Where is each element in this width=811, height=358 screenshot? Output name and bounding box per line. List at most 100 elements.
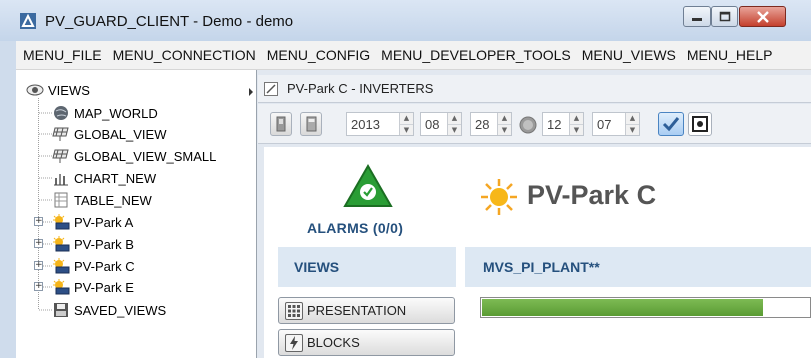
tree-item-pv-park-c[interactable]: PV-Park C <box>52 256 135 276</box>
tree-item-global-view-small[interactable]: GLOBAL_VIEW_SMALL <box>52 146 216 166</box>
date-toolbar: 2013 ▲ ▼ 08 ▲ ▼ 28 ▲ ▼ 12 ▲ ▼ 07 ▲ ▼ <box>258 104 811 144</box>
clock-icon <box>519 116 537 134</box>
year-spinner[interactable]: 2013 ▲ ▼ <box>346 112 414 136</box>
plant-section-header: MVS_PI_PLANT** <box>465 247 811 287</box>
close-icon <box>756 10 769 23</box>
collapse-arrow-icon[interactable] <box>248 88 254 96</box>
views-section-header: VIEWS <box>278 247 456 287</box>
view-tab-header: PV-Park C - INVERTERS <box>258 75 811 103</box>
spin-down-icon[interactable]: ▼ <box>570 124 583 135</box>
spin-down-icon[interactable]: ▼ <box>400 124 413 135</box>
presentation-label: PRESENTATION <box>307 303 407 318</box>
floppy-disk-icon <box>52 302 70 318</box>
spin-up-icon[interactable]: ▲ <box>626 113 639 125</box>
menu-file[interactable]: MENU_FILE <box>23 47 102 63</box>
grid-icon <box>285 301 303 320</box>
app-window: PV_GUARD_CLIENT - Demo - demo MENU_FILE … <box>0 0 811 358</box>
plant-progress-bar <box>480 297 811 318</box>
sun-icon <box>481 179 517 215</box>
tree-item-label: PV-Park A <box>74 214 134 230</box>
tree-item-pv-park-a[interactable]: PV-Park A <box>52 212 133 232</box>
spin-down-icon[interactable]: ▼ <box>498 124 511 135</box>
menu-connection[interactable]: MENU_CONNECTION <box>113 47 256 63</box>
maximize-button[interactable] <box>711 6 738 27</box>
settings-toggle-icon <box>692 116 708 132</box>
spin-up-icon[interactable]: ▲ <box>570 113 583 125</box>
table-icon <box>52 192 70 208</box>
alarms-label[interactable]: ALARMS (0/0) <box>307 220 403 236</box>
title-bar: PV_GUARD_CLIENT - Demo - demo <box>0 0 811 41</box>
spin-down-icon[interactable]: ▼ <box>626 124 639 135</box>
expand-toggle[interactable]: + <box>34 261 43 270</box>
calculator-icon <box>306 116 317 132</box>
tree-item-label: PV-Park C <box>74 258 135 274</box>
globe-icon <box>52 105 70 121</box>
sun-panel-icon <box>52 236 70 252</box>
menu-views[interactable]: MENU_VIEWS <box>582 47 676 63</box>
check-toggle-icon <box>662 117 680 132</box>
solar-panel-icon <box>52 148 70 164</box>
day-value: 28 <box>475 116 490 132</box>
tree-item-label: VIEWS <box>48 82 90 98</box>
views-tree-panel: VIEWS MAP_WORLD GLOBAL_VIEW GLOBAL_VIEW_… <box>16 70 257 358</box>
tree-item-pv-park-e[interactable]: PV-Park E <box>52 277 134 297</box>
calculator-button[interactable] <box>300 112 322 136</box>
month-value: 08 <box>425 116 440 132</box>
tree-item-label: MAP_WORLD <box>74 105 158 121</box>
tree-item-label: TABLE_NEW <box>74 192 152 208</box>
presentation-button[interactable]: PRESENTATION <box>278 297 455 324</box>
spin-up-icon[interactable]: ▲ <box>448 113 461 125</box>
window-title: PV_GUARD_CLIENT - Demo - demo <box>45 13 294 30</box>
expand-toggle[interactable]: + <box>34 217 43 226</box>
edit-icon[interactable] <box>263 81 281 97</box>
views-header-label: VIEWS <box>294 259 340 275</box>
tree-item-label: CHART_NEW <box>74 170 157 186</box>
plant-title: PV-Park C <box>527 180 657 210</box>
tree-item-label: PV-Park E <box>74 279 134 295</box>
alarm-ok-icon[interactable] <box>343 164 393 208</box>
tree-item-label: GLOBAL_VIEW <box>74 126 167 142</box>
phone-device-icon <box>276 116 286 132</box>
blocks-button[interactable]: BLOCKS <box>278 329 455 356</box>
year-value: 2013 <box>351 116 380 132</box>
expand-toggle[interactable]: + <box>34 239 43 248</box>
expand-toggle[interactable]: + <box>34 282 43 291</box>
menu-developer-tools[interactable]: MENU_DEVELOPER_TOOLS <box>381 47 571 63</box>
sun-panel-icon <box>52 258 70 274</box>
spin-down-icon[interactable]: ▼ <box>448 124 461 135</box>
spin-up-icon[interactable]: ▲ <box>498 113 511 125</box>
minimize-button[interactable] <box>683 6 711 27</box>
sun-panel-icon <box>52 214 70 230</box>
menu-bar: MENU_FILE MENU_CONNECTION MENU_CONFIG ME… <box>16 41 811 70</box>
plant-progress-fill <box>482 299 763 316</box>
eye-icon <box>26 82 44 98</box>
close-button[interactable] <box>739 6 786 27</box>
day-spinner[interactable]: 28 ▲ ▼ <box>470 112 512 136</box>
lightning-icon <box>285 333 303 352</box>
tree-item-label: PV-Park B <box>74 236 134 252</box>
menu-help[interactable]: MENU_HELP <box>687 47 773 63</box>
settings-toggle-button[interactable] <box>688 112 712 136</box>
tree-item-global-view[interactable]: GLOBAL_VIEW <box>52 124 166 144</box>
maximize-icon <box>719 11 730 22</box>
device-button[interactable] <box>270 112 292 136</box>
tree-item-label: SAVED_VIEWS <box>74 302 167 318</box>
minimize-icon <box>692 17 702 21</box>
tree-item-chart-new[interactable]: CHART_NEW <box>52 168 156 188</box>
tree-item-map-world[interactable]: MAP_WORLD <box>52 103 158 123</box>
menu-config[interactable]: MENU_CONFIG <box>267 47 370 63</box>
check-toggle-button[interactable] <box>658 112 684 136</box>
spin-up-icon[interactable]: ▲ <box>400 113 413 125</box>
tree-root-views[interactable]: VIEWS <box>26 80 90 100</box>
minute-spinner[interactable]: 07 ▲ ▼ <box>592 112 640 136</box>
blocks-label: BLOCKS <box>307 335 360 350</box>
tree-item-pv-park-b[interactable]: PV-Park B <box>52 234 134 254</box>
month-spinner[interactable]: 08 ▲ ▼ <box>420 112 462 136</box>
hour-spinner[interactable]: 12 ▲ ▼ <box>542 112 584 136</box>
hour-value: 12 <box>547 116 562 132</box>
tree-item-table-new[interactable]: TABLE_NEW <box>52 190 152 210</box>
tree-item-saved-views[interactable]: SAVED_VIEWS <box>52 300 166 320</box>
sun-panel-icon <box>52 279 70 295</box>
chart-icon <box>52 170 70 186</box>
tree-item-label: GLOBAL_VIEW_SMALL <box>74 148 217 164</box>
